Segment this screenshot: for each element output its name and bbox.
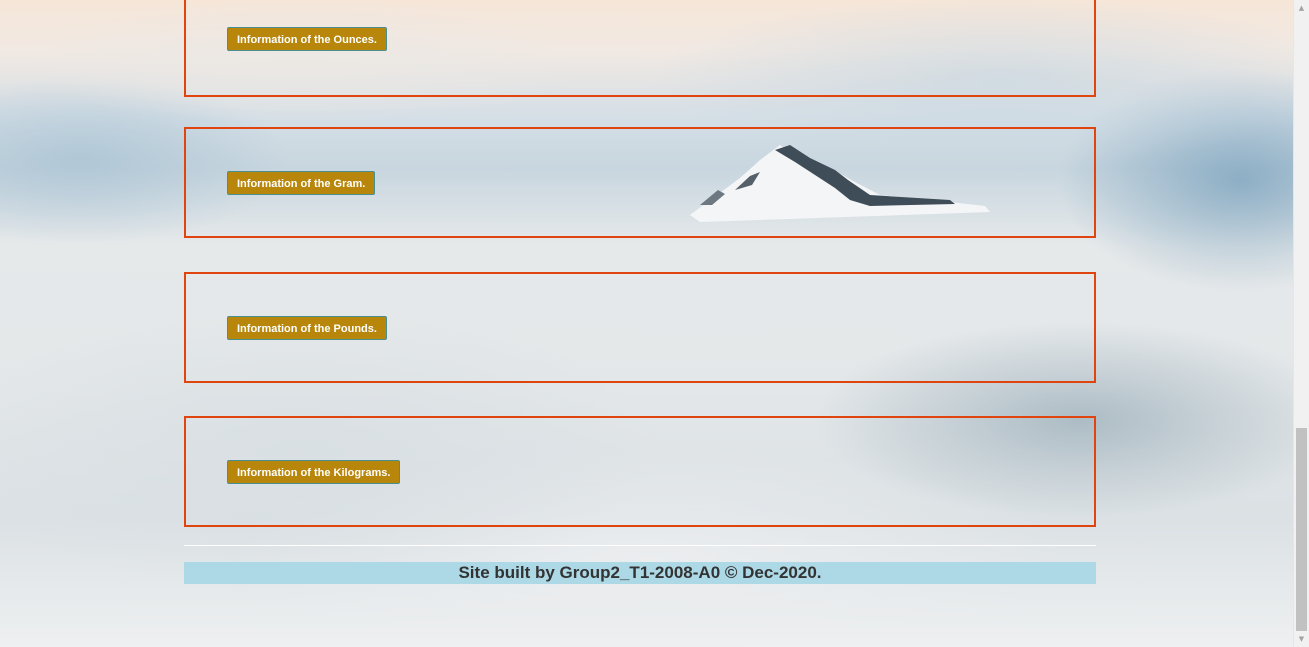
pounds-info-button[interactable]: Information of the Pounds.: [227, 316, 387, 340]
kilograms-info-button[interactable]: Information of the Kilograms.: [227, 460, 401, 484]
vertical-scrollbar[interactable]: ▲ ▼: [1293, 0, 1309, 647]
triangle-up-icon[interactable]: ▲: [1294, 0, 1309, 16]
triangle-down-icon[interactable]: ▼: [1294, 631, 1309, 647]
gram-info-button[interactable]: Information of the Gram.: [227, 171, 376, 195]
gram-panel: Information of the Gram.: [184, 127, 1096, 238]
ounces-panel: Information of the Ounces.: [184, 0, 1096, 97]
pounds-panel: Information of the Pounds.: [184, 272, 1096, 383]
ounces-info-button[interactable]: Information of the Ounces.: [227, 27, 387, 51]
site-footer: Site built by Group2_T1-2008-A0 © Dec-20…: [184, 562, 1096, 584]
footer-divider: [184, 545, 1096, 546]
kilograms-panel: Information of the Kilograms.: [184, 416, 1096, 527]
scrollbar-thumb[interactable]: [1296, 428, 1307, 631]
